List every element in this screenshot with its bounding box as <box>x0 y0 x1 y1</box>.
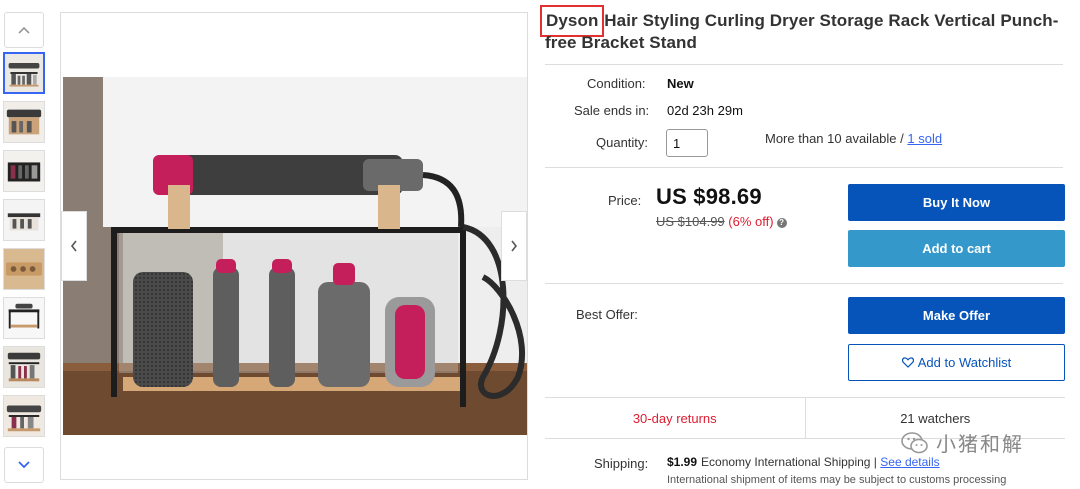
add-to-cart-button[interactable]: Add to cart <box>848 230 1065 267</box>
title-text: Hair Styling Curling Dryer Storage Rack … <box>545 11 1059 52</box>
buy-it-now-button[interactable]: Buy It Now <box>848 184 1065 221</box>
chevron-right-icon <box>511 240 518 252</box>
price-value: US $98.69 <box>656 184 762 209</box>
shipping-customs-note: International shipment of items may be s… <box>667 474 1007 486</box>
best-offer-label: Best Offer: <box>576 307 638 322</box>
price-label: Price: <box>608 193 642 208</box>
chevron-left-icon <box>70 240 77 252</box>
title-brand-highlight: Dyson <box>539 5 605 37</box>
original-price: US $104.99 <box>656 214 725 229</box>
watermark-text: 小猪和解 <box>936 434 1024 456</box>
thumbnail-1[interactable] <box>3 52 45 94</box>
returns-info: 30-day returns <box>632 410 717 426</box>
sold-link[interactable]: 1 sold <box>907 131 942 146</box>
sale-ends-label: Sale ends in: <box>574 103 650 118</box>
thumbnail-6[interactable] <box>3 297 45 339</box>
thumbnail-7[interactable] <box>3 346 45 388</box>
product-photo <box>63 77 527 435</box>
quantity-input[interactable] <box>666 129 708 157</box>
next-image-button[interactable] <box>501 211 527 281</box>
shipping-method: Economy International Shipping | <box>701 455 881 469</box>
availability-text: More than 10 available / 1 sold <box>765 131 942 146</box>
shipping-cost: $1.99 <box>667 455 698 469</box>
thumbnail-3[interactable] <box>3 150 45 192</box>
thumbnail-4[interactable] <box>3 199 45 241</box>
chevron-up-icon <box>18 26 30 34</box>
title-divider <box>545 64 1063 65</box>
shipping-label: Shipping: <box>594 456 649 471</box>
watermark: 小猪和解 <box>900 428 1024 457</box>
condition-value: New <box>667 76 694 91</box>
thumbnail-scroll-up-button[interactable] <box>4 12 44 48</box>
discount-percent: (6% off) <box>724 214 774 229</box>
add-to-watchlist-button[interactable]: Add to Watchlist <box>848 344 1065 381</box>
details-divider <box>545 167 1063 168</box>
quantity-label: Quantity: <box>596 135 649 150</box>
thumbnail-list <box>3 52 45 444</box>
make-offer-button[interactable]: Make Offer <box>848 297 1065 334</box>
thumbnail-8[interactable] <box>3 395 45 437</box>
listing-title: Dyson Hair Styling Curling Dryer Storage… <box>539 5 1065 54</box>
see-details-link[interactable]: See details <box>880 455 939 469</box>
condition-label: Condition: <box>587 76 646 91</box>
shipping-details: $1.99 Economy International Shipping | Se… <box>667 455 940 469</box>
price-divider <box>545 283 1063 284</box>
thumbnail-2[interactable] <box>3 101 45 143</box>
thumbnail-5[interactable] <box>3 248 45 290</box>
sale-ends-value: 02d 23h 29m <box>667 103 743 118</box>
info-icon[interactable]: ? <box>776 218 787 228</box>
heart-icon <box>901 357 914 368</box>
wechat-icon <box>901 431 928 453</box>
main-image-viewer[interactable] <box>60 12 528 480</box>
thumbnail-scroll-down-button[interactable] <box>4 447 44 483</box>
chevron-down-icon <box>18 461 30 469</box>
watchlist-label: Add to Watchlist <box>917 355 1012 370</box>
availability-count: More than 10 available / <box>765 131 908 146</box>
previous-image-button[interactable] <box>61 211 87 281</box>
price-discount-row: US $104.99 (6% off)? <box>656 214 787 229</box>
